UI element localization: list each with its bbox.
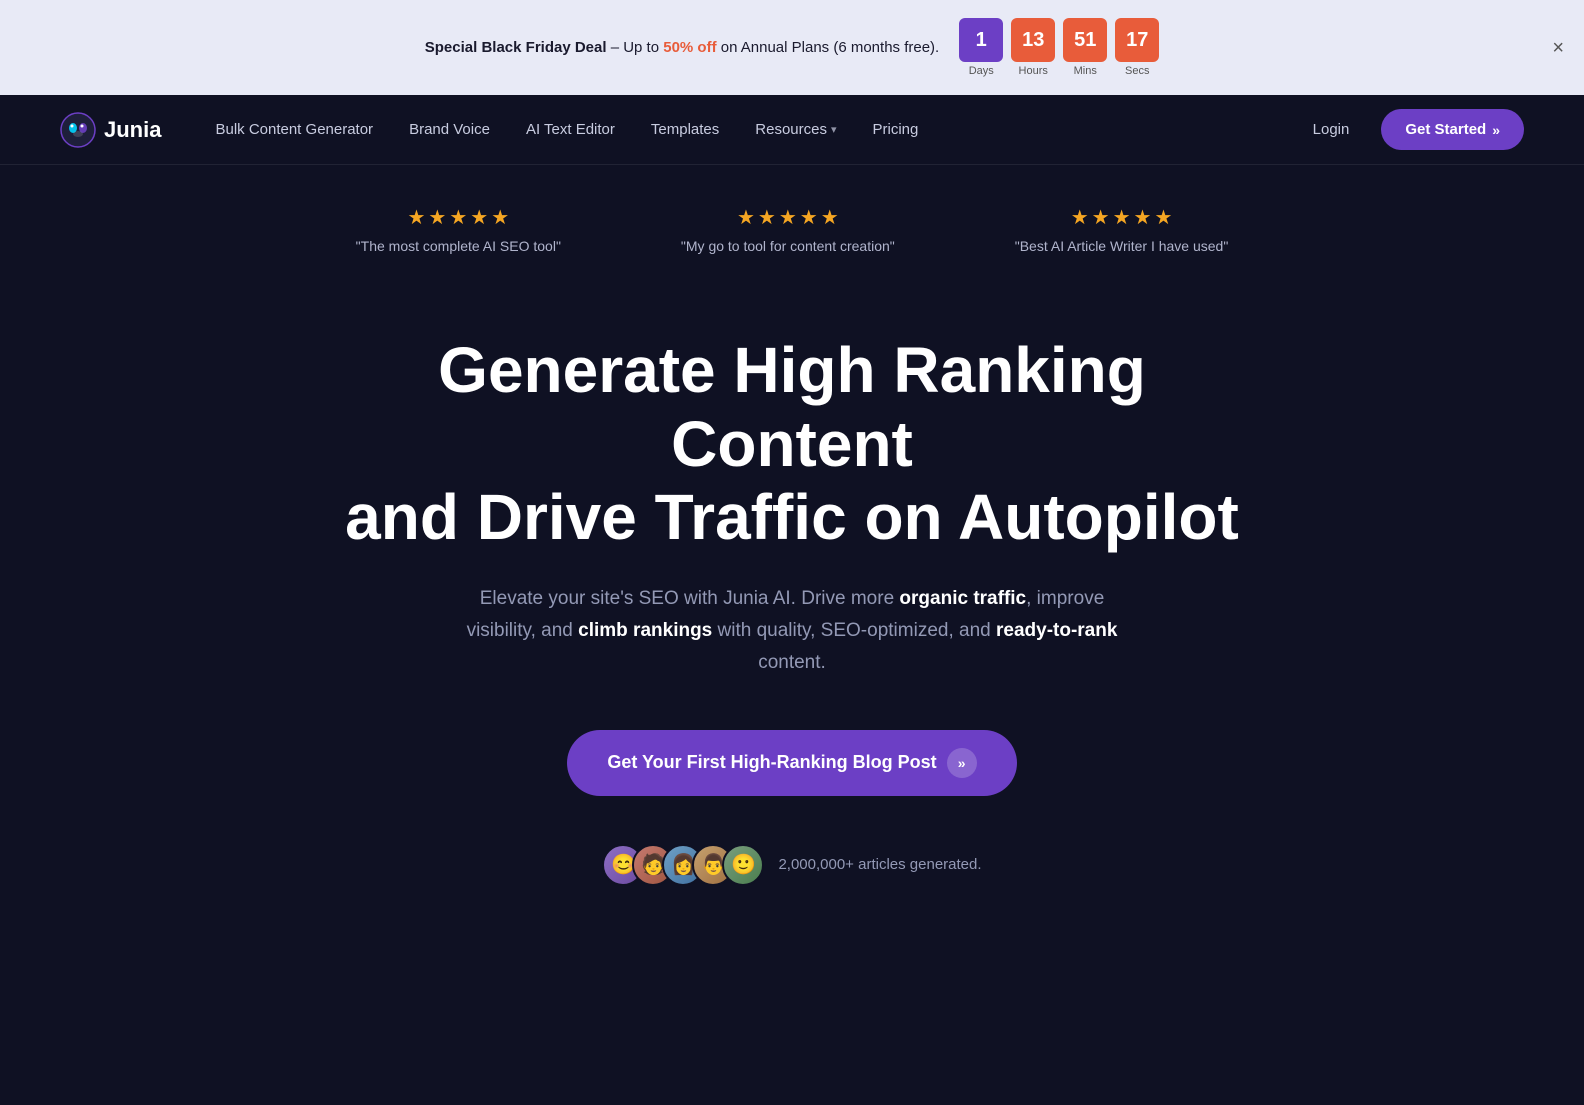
star: ★ [491,205,509,230]
star: ★ [428,205,446,230]
hero-cta-label: Get Your First High-Ranking Blog Post [607,752,936,773]
banner-discount: 50% off [663,39,716,56]
hero-bold-2: climb rankings [578,620,712,641]
stars-3: ★ ★ ★ ★ ★ [1071,205,1173,230]
get-started-label: Get Started [1405,121,1486,138]
countdown-mins: 51 Mins [1063,18,1107,77]
countdown-secs: 17 Secs [1115,18,1159,77]
banner-close-button[interactable]: × [1552,38,1564,58]
hero-title: Generate High Ranking Content and Drive … [342,334,1242,555]
star: ★ [1071,205,1089,230]
review-item-3: ★ ★ ★ ★ ★ "Best AI Article Writer I have… [1015,205,1229,254]
countdown-days-value: 1 [959,18,1003,62]
star: ★ [1113,205,1131,230]
social-proof-text: 2,000,000+ articles generated. [778,856,981,873]
banner-deal-label: Special Black Friday Deal [425,39,607,56]
avatar: 🙂 [722,844,764,886]
nav-links: Bulk Content Generator Brand Voice AI Te… [201,113,1296,146]
star: ★ [1092,205,1110,230]
stars-2: ★ ★ ★ ★ ★ [737,205,839,230]
countdown-days: 1 Days [959,18,1003,77]
countdown-mins-label: Mins [1074,65,1097,77]
countdown-hours-value: 13 [1011,18,1055,62]
countdown-hours-label: Hours [1019,65,1048,77]
banner-text: Special Black Friday Deal – Up to 50% of… [425,39,939,56]
hero-section: Generate High Ranking Content and Drive … [0,274,1584,926]
review-item-2: ★ ★ ★ ★ ★ "My go to tool for content cre… [681,205,895,254]
star: ★ [821,205,839,230]
get-started-button[interactable]: Get Started » [1381,109,1524,150]
nav-templates[interactable]: Templates [637,113,733,146]
hero-title-line1: Generate High Ranking Content [438,334,1146,480]
star: ★ [1154,205,1172,230]
review-item-1: ★ ★ ★ ★ ★ "The most complete AI SEO tool… [356,205,561,254]
countdown-days-label: Days [969,65,994,77]
logo-icon [60,112,96,148]
banner-suffix-text: on Annual Plans (6 months free). [721,39,939,56]
star: ★ [1134,205,1152,230]
star: ★ [470,205,488,230]
countdown-timer: 1 Days 13 Hours 51 Mins 17 Secs [959,18,1159,77]
hero-title-line2: and Drive Traffic on Autopilot [345,481,1239,553]
star: ★ [737,205,755,230]
nav-bulk-content[interactable]: Bulk Content Generator [201,113,387,146]
promo-banner: Special Black Friday Deal – Up to 50% of… [0,0,1584,95]
nav-pricing[interactable]: Pricing [859,113,933,146]
star: ★ [800,205,818,230]
avatar-group: 😊 🧑 👩 👨 🙂 [602,844,764,886]
hero-bold-3: ready-to-rank [996,620,1117,641]
review-quote-3: "Best AI Article Writer I have used" [1015,238,1229,254]
star: ★ [758,205,776,230]
nav-brand-voice[interactable]: Brand Voice [395,113,504,146]
get-started-arrows: » [1492,122,1500,138]
nav-resources[interactable]: Resources ▾ [741,113,850,146]
countdown-mins-value: 51 [1063,18,1107,62]
hero-bold-1: organic traffic [899,588,1026,609]
countdown-secs-label: Secs [1125,65,1149,77]
review-quote-2: "My go to tool for content creation" [681,238,895,254]
reviews-bar: ★ ★ ★ ★ ★ "The most complete AI SEO tool… [0,165,1584,274]
hero-cta-arrows-icon: » [947,748,977,778]
nav-ai-text-editor[interactable]: AI Text Editor [512,113,629,146]
logo-text: Junia [104,117,161,143]
banner-middle-text: – Up to [611,39,664,56]
star: ★ [449,205,467,230]
social-proof: 😊 🧑 👩 👨 🙂 2,000,000+ articles generated. [602,844,981,886]
star: ★ [407,205,425,230]
nav-actions: Login Get Started » [1297,109,1524,150]
stars-1: ★ ★ ★ ★ ★ [407,205,509,230]
navbar: Junia Bulk Content Generator Brand Voice… [0,95,1584,165]
logo[interactable]: Junia [60,112,161,148]
star: ★ [779,205,797,230]
hero-subtitle: Elevate your site's SEO with Junia AI. D… [452,583,1132,680]
login-button[interactable]: Login [1297,113,1366,146]
chevron-down-icon: ▾ [831,123,837,136]
countdown-hours: 13 Hours [1011,18,1055,77]
countdown-secs-value: 17 [1115,18,1159,62]
review-quote-1: "The most complete AI SEO tool" [356,238,561,254]
hero-cta-button[interactable]: Get Your First High-Ranking Blog Post » [567,730,1016,796]
